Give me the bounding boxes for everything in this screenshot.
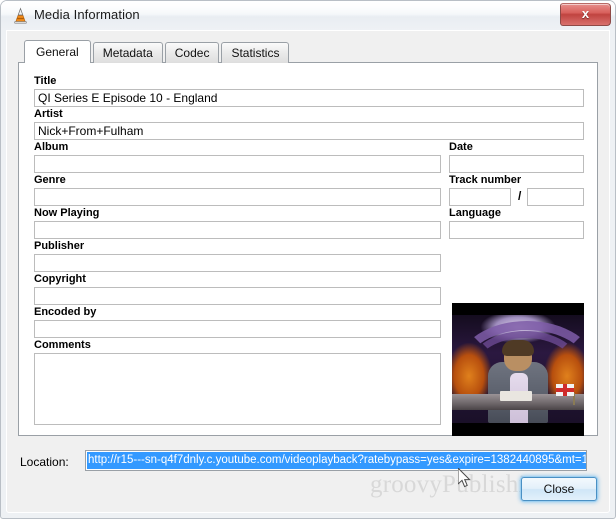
cover-art-thumbnail bbox=[452, 303, 584, 436]
title-input[interactable]: QI Series E Episode 10 - England bbox=[34, 89, 584, 107]
tab-statistics-label: Statistics bbox=[231, 46, 280, 60]
genre-label: Genre bbox=[34, 174, 66, 186]
language-input[interactable] bbox=[449, 221, 584, 239]
general-tab-panel: Title QI Series E Episode 10 - England A… bbox=[18, 62, 598, 436]
artist-label: Artist bbox=[34, 108, 63, 120]
window-title: Media Information bbox=[34, 7, 140, 22]
vlc-cone-icon bbox=[12, 7, 29, 24]
now-playing-label: Now Playing bbox=[34, 207, 100, 219]
close-button[interactable]: Close bbox=[521, 477, 597, 501]
cover-host-hair bbox=[502, 340, 534, 356]
cover-stage-backdrop bbox=[452, 315, 584, 423]
genre-input[interactable] bbox=[34, 188, 441, 206]
copyright-label: Copyright bbox=[34, 273, 86, 285]
encoded-by-label: Encoded by bbox=[34, 306, 97, 318]
track-total-input[interactable] bbox=[527, 188, 584, 206]
title-label: Title bbox=[34, 75, 57, 87]
encoded-by-input[interactable] bbox=[34, 320, 441, 338]
comments-label: Comments bbox=[34, 339, 91, 351]
tab-metadata-label: Metadata bbox=[102, 46, 153, 60]
tab-statistics[interactable]: Statistics bbox=[221, 42, 290, 63]
album-input[interactable] bbox=[34, 155, 441, 173]
track-number-input[interactable] bbox=[449, 188, 511, 206]
close-icon: x bbox=[581, 6, 590, 21]
window-close-button[interactable]: x bbox=[560, 3, 611, 26]
comments-textarea[interactable] bbox=[34, 353, 441, 425]
date-label: Date bbox=[449, 141, 473, 153]
tab-general-label: General bbox=[36, 45, 79, 59]
tab-codec[interactable]: Codec bbox=[164, 42, 220, 63]
publisher-label: Publisher bbox=[34, 240, 85, 252]
artist-input[interactable]: Nick+From+Fulham bbox=[34, 122, 584, 140]
tab-codec-label: Codec bbox=[174, 46, 210, 60]
album-label: Album bbox=[34, 141, 69, 153]
cover-england-flag-icon bbox=[556, 384, 574, 396]
location-value: http://r15---sn-q4f7dnly.c.youtube.com/v… bbox=[87, 452, 586, 469]
date-input[interactable] bbox=[449, 155, 584, 173]
now-playing-input[interactable] bbox=[34, 221, 441, 239]
tab-strip: General Metadata Codec Statistics bbox=[24, 40, 291, 63]
location-label: Location: bbox=[20, 455, 69, 469]
language-label: Language bbox=[449, 207, 501, 219]
title-bar[interactable]: Media Information x bbox=[1, 1, 615, 30]
tab-general[interactable]: General bbox=[24, 40, 91, 63]
track-separator: / bbox=[518, 189, 522, 203]
tab-metadata[interactable]: Metadata bbox=[92, 42, 163, 63]
copyright-input[interactable] bbox=[34, 287, 441, 305]
cover-papers bbox=[500, 391, 532, 401]
publisher-input[interactable] bbox=[34, 254, 441, 272]
track-number-label: Track number bbox=[449, 174, 522, 186]
media-information-window: Media Information x General Metadata Cod… bbox=[0, 0, 616, 519]
location-input[interactable]: http://r15---sn-q4f7dnly.c.youtube.com/v… bbox=[85, 450, 587, 471]
